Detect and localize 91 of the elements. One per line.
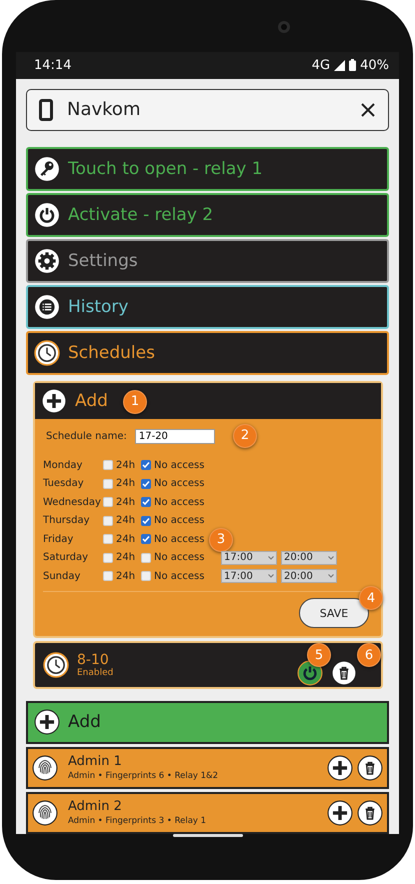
- time-dropdown[interactable]: 17:00: [221, 569, 277, 584]
- add-user-bar[interactable]: Add: [26, 701, 389, 744]
- time-dropdown[interactable]: 17:00: [221, 550, 277, 565]
- network-type: 4G: [312, 58, 330, 73]
- add-button[interactable]: [327, 754, 353, 781]
- caret-icon: [328, 574, 334, 578]
- user-item[interactable]: Admin 1 Admin • Fingerprints 6 • Relay 1&2: [26, 746, 389, 789]
- user-details: Admin • Fingerprints 3 • Relay 1: [68, 816, 208, 826]
- home-indicator[interactable]: [172, 834, 242, 838]
- time-dropdown[interactable]: 20:00: [281, 569, 337, 584]
- battery-icon: [349, 59, 356, 72]
- caret-icon: [268, 556, 274, 560]
- signal-icon: [334, 60, 346, 71]
- schedule-name: 8-10: [77, 652, 109, 668]
- checkbox-label: No access: [154, 552, 204, 564]
- checkbox-label: 24h: [116, 534, 136, 545]
- checkbox-label: 24h: [116, 552, 136, 564]
- phone-icon: [39, 98, 53, 121]
- plus-icon: [34, 709, 60, 736]
- checkbox[interactable]: [141, 460, 151, 470]
- delete-button[interactable]: [357, 754, 383, 781]
- close-icon[interactable]: [360, 102, 376, 118]
- day-label: Thursday: [43, 515, 90, 526]
- save-button[interactable]: SAVE: [299, 598, 369, 628]
- annotation-marker: 2: [233, 424, 257, 448]
- day-label: Friday: [43, 534, 74, 545]
- menu-item[interactable]: Activate - relay 2: [26, 192, 389, 237]
- checkbox-label: 24h: [116, 515, 136, 526]
- annotation-marker: 1: [123, 390, 147, 414]
- day-label: Wednesday: [43, 496, 102, 508]
- user-item[interactable]: Admin 2 Admin • Fingerprints 3 • Relay 1: [26, 792, 389, 834]
- checkbox-label: No access: [154, 460, 204, 471]
- caret-icon: [328, 556, 334, 560]
- plus-icon: [327, 800, 353, 826]
- day-label: Saturday: [43, 552, 90, 564]
- plus-icon: [327, 754, 353, 781]
- checkbox-label: No access: [154, 496, 204, 508]
- trash-icon: [357, 800, 383, 826]
- plus-icon: [41, 388, 67, 414]
- clock-icon: [43, 652, 69, 678]
- fingerprint-icon: [32, 754, 58, 781]
- camera-icon: [277, 20, 291, 34]
- field-label: Schedule name:: [46, 430, 127, 442]
- checkbox-label: No access: [154, 478, 204, 490]
- caret-icon: [268, 574, 274, 578]
- checkbox-label: No access: [154, 534, 204, 545]
- menu-item[interactable]: Schedules: [26, 330, 389, 375]
- menu-item[interactable]: History: [26, 284, 389, 329]
- user-details: Admin • Fingerprints 6 • Relay 1&2: [68, 771, 220, 782]
- settings-icon: [34, 248, 60, 274]
- checkbox-label: No access: [154, 570, 204, 582]
- checkbox-label: 24h: [116, 496, 136, 508]
- device-title: Navkom: [67, 99, 142, 120]
- time-dropdown[interactable]: 20:00: [281, 550, 337, 565]
- trash-icon: [331, 660, 357, 686]
- checkbox[interactable]: [141, 534, 151, 544]
- menu-item[interactable]: Touch to open - relay 1: [26, 146, 389, 191]
- add-label: Add: [68, 712, 101, 732]
- checkbox[interactable]: [141, 516, 151, 526]
- delete-button[interactable]: [357, 800, 383, 826]
- user-name: Admin 2: [68, 799, 123, 814]
- add-button[interactable]: [327, 800, 353, 826]
- clock-time: 14:14: [34, 58, 72, 73]
- fingerprint-icon: [32, 800, 58, 826]
- checkbox[interactable]: [141, 497, 151, 508]
- battery-level: 40%: [360, 58, 389, 73]
- day-label: Monday: [43, 460, 84, 471]
- delete-button[interactable]: [331, 660, 357, 686]
- add-schedule-header[interactable]: Add 1: [35, 382, 381, 419]
- trash-icon: [357, 754, 383, 781]
- day-label: Tuesday: [43, 478, 85, 490]
- power-icon: [34, 202, 60, 228]
- checkbox-label: No access: [154, 515, 204, 526]
- checkbox[interactable]: [141, 478, 151, 489]
- user-name: Admin 1: [68, 754, 123, 770]
- checkbox-label: 24h: [116, 570, 136, 582]
- annotation-marker: 6: [357, 643, 381, 668]
- schedule-status: Enabled: [77, 668, 114, 678]
- clock-icon: [34, 340, 60, 366]
- checkbox-label: 24h: [116, 478, 136, 490]
- schedule-item[interactable]: 8-10 Enabled 5 6: [33, 641, 383, 690]
- schedule-name-field[interactable]: 17-20: [134, 428, 215, 444]
- annotation-marker: 3: [209, 528, 233, 552]
- list-icon: [34, 294, 60, 320]
- key-icon: [34, 156, 60, 182]
- menu-item[interactable]: Settings: [26, 238, 389, 283]
- add-label: Add: [75, 390, 108, 411]
- annotation-marker: 4: [359, 586, 383, 610]
- annotation-marker: 5: [307, 643, 331, 668]
- checkbox-label: 24h: [116, 460, 136, 471]
- day-label: Sunday: [43, 570, 82, 582]
